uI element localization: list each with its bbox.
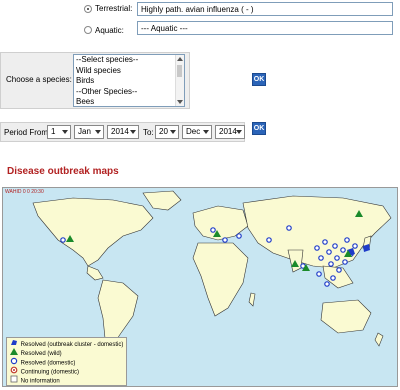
landmass-australia — [320, 299, 372, 334]
outbreak-marker — [222, 237, 228, 243]
outbreak-marker — [340, 247, 346, 253]
no-information-icon — [9, 375, 19, 386]
landmass-new-zealand — [374, 332, 384, 347]
landmass-africa — [192, 242, 249, 317]
legend-item: Resolved (outbreak cluster - domestic) — [9, 339, 123, 348]
chevron-down-icon — [236, 130, 242, 134]
outbreak-marker — [330, 275, 336, 281]
landmass-central-america — [86, 265, 104, 281]
outbreak-marker — [344, 237, 350, 243]
chevron-down-icon — [130, 130, 136, 134]
outbreak-marker — [322, 239, 328, 245]
outbreak-marker — [286, 225, 292, 231]
legend-item: Continuing (domestic) — [9, 366, 123, 376]
outbreak-marker — [316, 271, 322, 277]
landmass-asia — [242, 195, 392, 269]
to-month-select[interactable]: Dec — [182, 125, 212, 139]
outbreak-marker — [210, 227, 216, 233]
legend-item: Resolved (wild) — [9, 348, 123, 357]
to-day-value: 20 — [159, 127, 168, 136]
period-from-label: Period From : — [4, 128, 53, 137]
legend-item: No information — [9, 375, 123, 386]
outbreak-marker — [334, 255, 340, 261]
chevron-down-icon — [95, 130, 101, 134]
chevron-down-icon — [170, 130, 176, 134]
period-to-label: To: — [143, 128, 154, 137]
aquatic-label: Aquatic: — [95, 26, 124, 35]
terrestrial-radio[interactable] — [84, 5, 92, 13]
outbreak-marker — [60, 237, 66, 243]
species-option[interactable]: Birds — [74, 76, 184, 87]
outbreak-marker — [332, 243, 338, 249]
outbreak-marker — [324, 281, 330, 287]
outbreak-marker — [342, 259, 348, 265]
outbreak-marker — [328, 261, 334, 267]
from-day-select[interactable]: 1 — [47, 125, 71, 139]
map-legend: Resolved (outbreak cluster - domestic) R… — [6, 337, 128, 386]
from-month-select[interactable]: Jan — [74, 125, 104, 139]
from-day-value: 1 — [51, 127, 56, 136]
terrestrial-disease-select[interactable]: Highly path. avian influenza ( - ) — [137, 2, 393, 16]
species-scrollbar[interactable] — [175, 55, 184, 106]
from-month-value: Jan — [78, 127, 91, 136]
outbreak-marker — [236, 233, 242, 239]
landmass-north-america — [32, 197, 154, 267]
from-year-select[interactable]: 2014 — [107, 125, 139, 139]
legend-item: Resolved (domestic) — [9, 357, 123, 367]
terrestrial-label: Terrestrial: — [95, 4, 133, 13]
species-option[interactable]: --Select species-- — [74, 55, 184, 66]
species-option[interactable]: Wild species — [74, 66, 184, 77]
period-ok-button[interactable]: OK — [252, 122, 266, 135]
aquatic-radio[interactable] — [84, 26, 92, 34]
to-year-select[interactable]: 2014 — [215, 125, 245, 139]
scroll-thumb[interactable] — [177, 65, 182, 77]
to-day-select[interactable]: 20 — [155, 125, 179, 139]
to-year-value: 2014 — [219, 127, 237, 136]
outbreak-marker — [336, 267, 342, 273]
species-label: Choose a species: — [6, 75, 72, 84]
aquatic-disease-select[interactable]: --- Aquatic --- — [137, 21, 393, 35]
from-year-value: 2014 — [111, 127, 129, 136]
outbreak-map[interactable]: WAHID 0 0 20:30 Resolved (outbreak clust… — [2, 187, 398, 387]
scroll-down-icon[interactable] — [177, 100, 183, 104]
chevron-down-icon — [62, 130, 68, 134]
species-listbox[interactable]: --Select species-- Wild species Birds --… — [73, 54, 185, 107]
landmass-madagascar — [248, 292, 256, 307]
species-ok-button[interactable]: OK — [252, 73, 266, 86]
outbreak-marker — [326, 249, 332, 255]
species-option[interactable]: --Other Species-- — [74, 87, 184, 98]
to-month-value: Dec — [186, 127, 201, 136]
species-option[interactable]: Bees — [74, 97, 184, 106]
section-title: Disease outbreak maps — [7, 166, 119, 177]
scroll-up-icon[interactable] — [177, 57, 183, 61]
outbreak-marker — [266, 237, 272, 243]
outbreak-marker — [314, 245, 320, 251]
legend-label: No information — [20, 378, 60, 385]
outbreak-marker — [352, 243, 358, 249]
outbreak-marker — [318, 255, 324, 261]
landmass-greenland — [142, 190, 182, 211]
chevron-down-icon — [203, 130, 209, 134]
